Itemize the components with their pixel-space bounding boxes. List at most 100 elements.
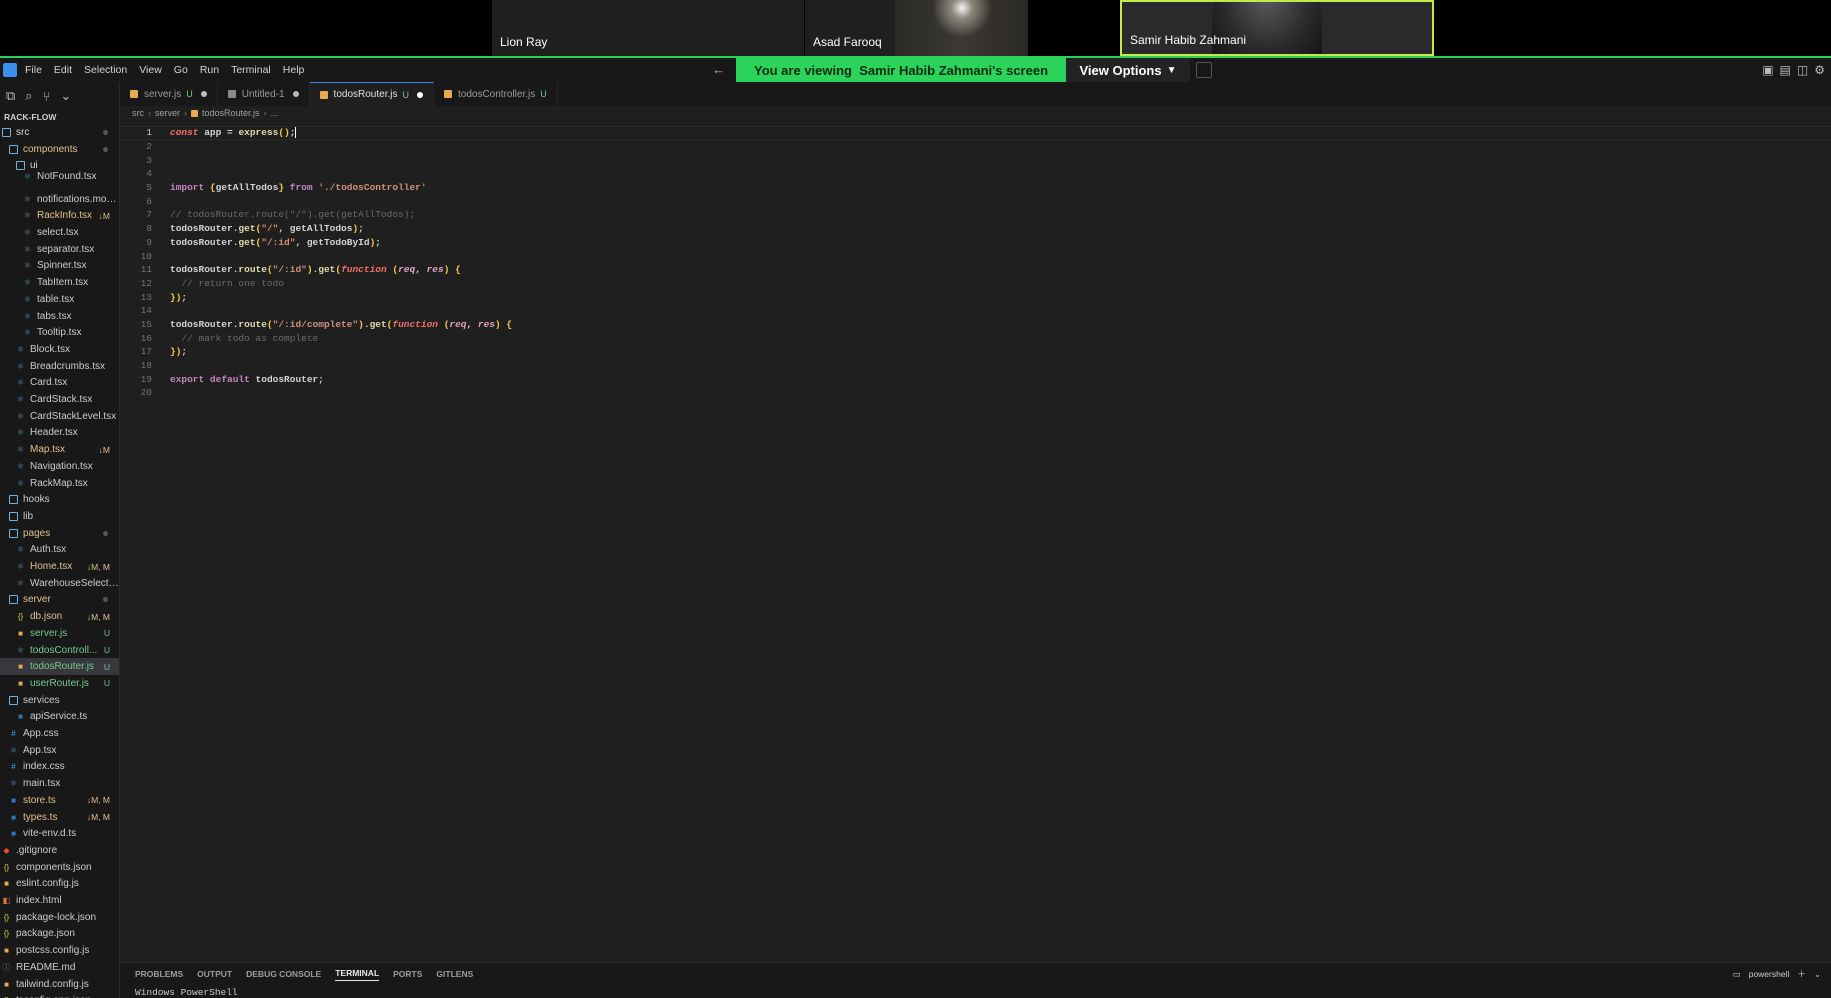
folder-item[interactable]: pages	[0, 525, 119, 542]
file-item[interactable]: # index.css	[0, 759, 119, 776]
file-item[interactable]: {}tsconfig.app.json	[0, 992, 119, 998]
menu-selection[interactable]: Selection	[84, 64, 127, 76]
code-line[interactable]: 6	[120, 194, 1831, 208]
panel-tab-terminal[interactable]: TERMINAL	[335, 968, 380, 981]
code-editor[interactable]: 1 const app = express(); 2 3 4 5 import {getAl…	[120, 126, 1831, 400]
breadcrumb-item[interactable]: server	[155, 108, 180, 118]
source-control-icon[interactable]: ⑂	[43, 89, 51, 104]
code-line[interactable]: 4	[120, 167, 1831, 181]
unsaved-dot-icon[interactable]	[200, 91, 207, 97]
folder-item[interactable]: src	[0, 124, 119, 141]
menu-help[interactable]: Help	[283, 64, 305, 76]
code-line[interactable]: 11 todosRouter.route("/:id").get(function…	[120, 263, 1831, 277]
file-item[interactable]: ⚛ TabItem.tsx	[0, 274, 119, 291]
chevron-down-icon[interactable]: ⌄	[1814, 969, 1821, 980]
file-item[interactable]: ⚛ tabs.tsx	[0, 308, 119, 325]
editor-tab[interactable]: server.js U	[120, 82, 218, 106]
file-item[interactable]: ■ types.ts ↓M, M	[0, 809, 119, 826]
file-item[interactable]: ⚛ main.tsx	[0, 775, 119, 792]
file-item[interactable]: ⚛ Block.tsx	[0, 341, 119, 358]
file-item[interactable]: ⚛ Auth.tsx	[0, 542, 119, 559]
menu-terminal[interactable]: Terminal	[231, 64, 271, 76]
menu-go[interactable]: Go	[174, 64, 188, 76]
editor-tab[interactable]: todosController.js U	[434, 82, 558, 106]
code-line[interactable]: 13});	[120, 290, 1831, 304]
participant-tile-asad-farooq[interactable]: Asad Farooq	[805, 0, 1028, 56]
file-item[interactable]: ⚛ Header.tsx	[0, 425, 119, 442]
terminal-output[interactable]: Windows PowerShell	[135, 987, 238, 998]
unsaved-dot-icon[interactable]	[292, 91, 299, 97]
file-item[interactable]: ⚛ RackMap.tsx	[0, 475, 119, 492]
panel-tab-problems[interactable]: PROBLEMS	[135, 969, 183, 979]
file-item[interactable]: ◧ index.html	[0, 892, 119, 909]
breadcrumb-item[interactable]: todosRouter.js	[202, 108, 260, 118]
file-item[interactable]: ⚛ table.tsx	[0, 291, 119, 308]
file-item[interactable]: ⚛ CardStack.tsx	[0, 391, 119, 408]
breadcrumb-item[interactable]: ...	[271, 108, 279, 118]
panel-toggle-icon[interactable]: ▤	[1780, 63, 1791, 77]
file-item[interactable]: ■ server.js U	[0, 625, 119, 642]
panel-tab-output[interactable]: OUTPUT	[197, 969, 232, 979]
menu-view[interactable]: View	[139, 64, 162, 76]
code-line[interactable]: 15 todosRouter.route("/:id/complete").get…	[120, 318, 1831, 332]
folder-item[interactable]: services	[0, 692, 119, 709]
file-item[interactable]: {} components.json	[0, 859, 119, 876]
code-line[interactable]: 17});	[120, 345, 1831, 359]
file-item[interactable]: ⚛ Card.tsx	[0, 375, 119, 392]
code-line[interactable]: 14	[120, 304, 1831, 318]
file-item[interactable]: ■ vite-env.d.ts	[0, 825, 119, 842]
code-line[interactable]: 3	[120, 153, 1831, 167]
editor-tab[interactable]: Untitled-1	[218, 82, 310, 106]
folder-item[interactable]: server	[0, 592, 119, 609]
file-item[interactable]: ⚛ notifications.mod...	[0, 191, 119, 208]
menu-edit[interactable]: Edit	[54, 64, 72, 76]
code-line[interactable]: 1 const app = express();	[120, 126, 1831, 140]
file-item[interactable]: ⚛ Spinner.tsx	[0, 258, 119, 275]
code-line[interactable]: 10	[120, 249, 1831, 263]
sidebar-toggle-icon[interactable]: ▣	[1762, 63, 1773, 77]
folder-item[interactable]: components	[0, 141, 119, 158]
file-item[interactable]: ■ postcss.config.js	[0, 942, 119, 959]
file-item[interactable]: ⚛ RackInfo.tsx ↓M	[0, 208, 119, 225]
code-line[interactable]: 5 import {getAllTodos} from './todosContr…	[120, 181, 1831, 195]
file-item[interactable]: ⚛ Breadcrumbs.tsx	[0, 358, 119, 375]
file-item[interactable]: {} package.json	[0, 926, 119, 943]
code-line[interactable]: 18	[120, 359, 1831, 373]
menu-run[interactable]: Run	[200, 64, 219, 76]
files-icon[interactable]: ⧉	[6, 88, 15, 104]
file-item[interactable]: ⚛ todosControll... U	[0, 642, 119, 659]
participant-tile-lion-ray[interactable]: Lion Ray	[492, 0, 804, 56]
file-item[interactable]: ⚛ Navigation.tsx	[0, 458, 119, 475]
unsaved-dot-icon[interactable]	[416, 91, 423, 98]
settings-icon[interactable]: ⚙	[1814, 63, 1825, 77]
code-line[interactable]: 16 // mark todo as complete	[120, 331, 1831, 345]
file-item[interactable]: ■ todosRouter.js U	[0, 658, 119, 676]
secondary-sidebar-icon[interactable]: ◫	[1797, 63, 1808, 77]
file-item[interactable]: {} package-lock.json	[0, 909, 119, 926]
code-line[interactable]: 9 todosRouter.get("/:id", getTodoById);	[120, 236, 1831, 250]
back-arrow-icon[interactable]: ←	[712, 62, 725, 77]
file-item[interactable]: ⚛ Tooltip.tsx	[0, 324, 119, 341]
panel-tab-gitlens[interactable]: GITLENS	[436, 969, 473, 979]
file-item[interactable]: ◆ .gitignore	[0, 842, 119, 859]
folder-item[interactable]: hooks	[0, 491, 119, 508]
search-icon[interactable]: ⌕	[25, 88, 32, 104]
code-line[interactable]: 8 todosRouter.get("/", getAllTodos);	[120, 222, 1831, 236]
file-item[interactable]: ⚛ separator.tsx	[0, 241, 119, 258]
file-item[interactable]: ■ eslint.config.js	[0, 876, 119, 893]
code-line[interactable]: 19 export default todosRouter;	[120, 372, 1831, 386]
file-item[interactable]: ■ userRouter.js U	[0, 675, 119, 692]
file-item[interactable]: ⚛ Map.tsx ↓M	[0, 441, 119, 458]
code-line[interactable]: 7 // todosRouter.route("/").get(getAllTod…	[120, 208, 1831, 222]
file-item[interactable]: ⚛ WarehouseSelectio...	[0, 575, 119, 592]
file-item[interactable]: ⓘ README.md	[0, 959, 119, 976]
view-options-button[interactable]: View Options ▼	[1066, 58, 1190, 82]
panel-tab-ports[interactable]: PORTS	[393, 969, 422, 979]
participant-tile-samir-habib-zahmani[interactable]: Samir Habib Zahmani	[1120, 0, 1434, 56]
file-item[interactable]: ⚛ NotFound.tsx	[0, 168, 119, 185]
editor-tab[interactable]: todosRouter.js U	[309, 82, 434, 106]
chevron-down-icon[interactable]: ⌄	[60, 88, 71, 104]
code-line[interactable]: 12 // return one todo	[120, 277, 1831, 291]
file-item[interactable]: ■ store.ts ↓M, M	[0, 792, 119, 809]
file-item[interactable]: ■ apiService.ts	[0, 709, 119, 726]
